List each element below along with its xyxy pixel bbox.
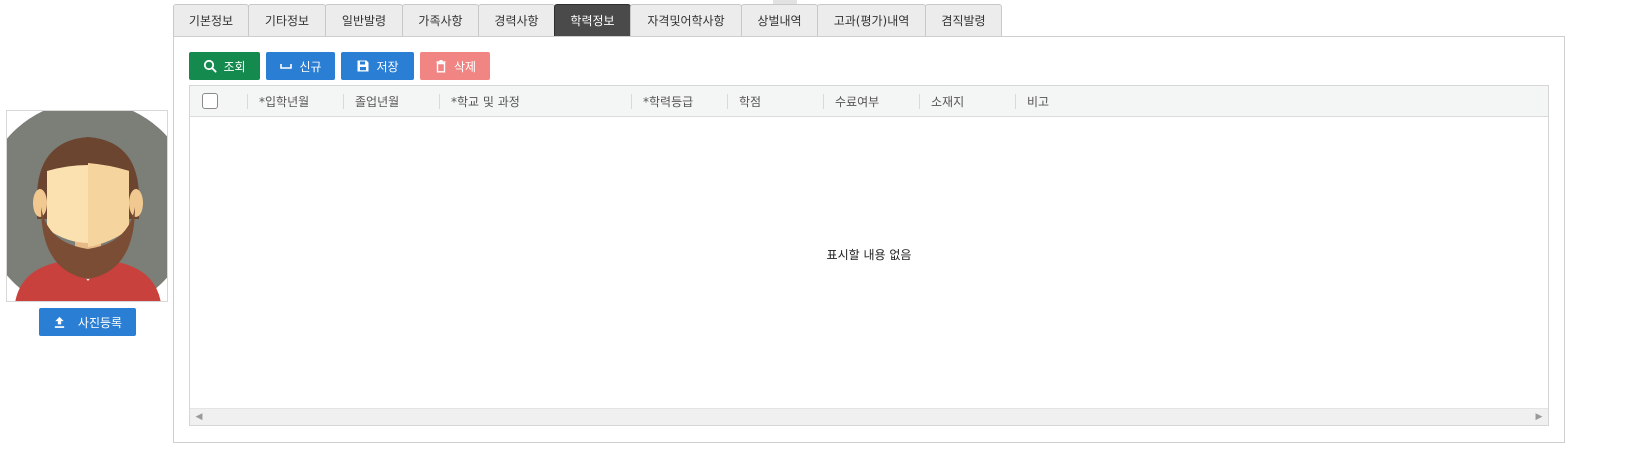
tab-evaluation[interactable]: 고과(평가)내역 [817, 4, 926, 36]
column-header[interactable]: 비고 [1015, 86, 1215, 117]
search-button-label: 조회 [223, 59, 246, 74]
photo-upload-button[interactable]: 사진등록 [39, 308, 136, 336]
scroll-right-icon[interactable]: ▶ [1534, 412, 1544, 422]
save-button[interactable]: 저장 [341, 52, 414, 80]
upload-icon [54, 316, 65, 328]
new-button[interactable]: 신규 [266, 52, 335, 80]
tab-other-info[interactable]: 기타정보 [248, 4, 326, 36]
horizontal-scrollbar[interactable]: ◀ ▶ [190, 408, 1548, 425]
tab-rewards[interactable]: 상벌내역 [741, 4, 818, 36]
delete-button[interactable]: 삭제 [420, 52, 490, 80]
column-header[interactable]: 졸업년월 [343, 86, 439, 117]
toolbar: 조회 신규 저장 삭제 [189, 52, 490, 80]
education-panel: 조회 신규 저장 삭제 *입학년월 졸업년월 *학교 및 과정 *학력등급 학점… [173, 36, 1565, 443]
trash-icon [436, 60, 446, 73]
column-header[interactable]: *입학년월 [247, 86, 343, 117]
save-button-label: 저장 [376, 59, 399, 74]
grid-header: *입학년월 졸업년월 *학교 및 과정 *학력등급 학점 수료여부 소재지 비고 [190, 86, 1548, 117]
new-row-icon [280, 64, 293, 69]
tab-family[interactable]: 가족사항 [402, 4, 479, 36]
scroll-left-icon[interactable]: ◀ [194, 412, 204, 422]
new-button-label: 신규 [299, 59, 322, 74]
tab-concurrent-appointment[interactable]: 겸직발령 [925, 4, 1002, 36]
profile-photo [6, 110, 168, 302]
tab-education[interactable]: 학력정보 [554, 4, 631, 36]
column-header[interactable]: *학력등급 [631, 86, 727, 117]
delete-button-label: 삭제 [453, 59, 477, 74]
column-header[interactable]: 학점 [727, 86, 823, 117]
tab-certifications[interactable]: 자격및어학사항 [630, 4, 742, 36]
tab-career[interactable]: 경력사항 [478, 4, 555, 36]
select-all-checkbox[interactable] [202, 93, 218, 109]
search-icon [204, 59, 218, 73]
search-button[interactable]: 조회 [189, 52, 260, 80]
column-header[interactable]: 수료여부 [823, 86, 919, 117]
tab-bar: 기본정보 기타정보 일반발령 가족사항 경력사항 학력정보 자격및어학사항 상벌… [173, 4, 1002, 36]
empty-message: 표시할 내용 없음 [826, 248, 912, 262]
tab-general-appointment[interactable]: 일반발령 [325, 4, 403, 36]
column-header[interactable]: 소재지 [919, 86, 1015, 117]
column-header[interactable]: *학교 및 과정 [439, 86, 631, 117]
avatar-placeholder-icon [7, 111, 167, 301]
tab-basic-info[interactable]: 기본정보 [173, 4, 249, 36]
photo-upload-label: 사진등록 [77, 315, 123, 330]
education-grid: *입학년월 졸업년월 *학교 및 과정 *학력등급 학점 수료여부 소재지 비고… [189, 85, 1549, 426]
save-icon [357, 60, 369, 72]
